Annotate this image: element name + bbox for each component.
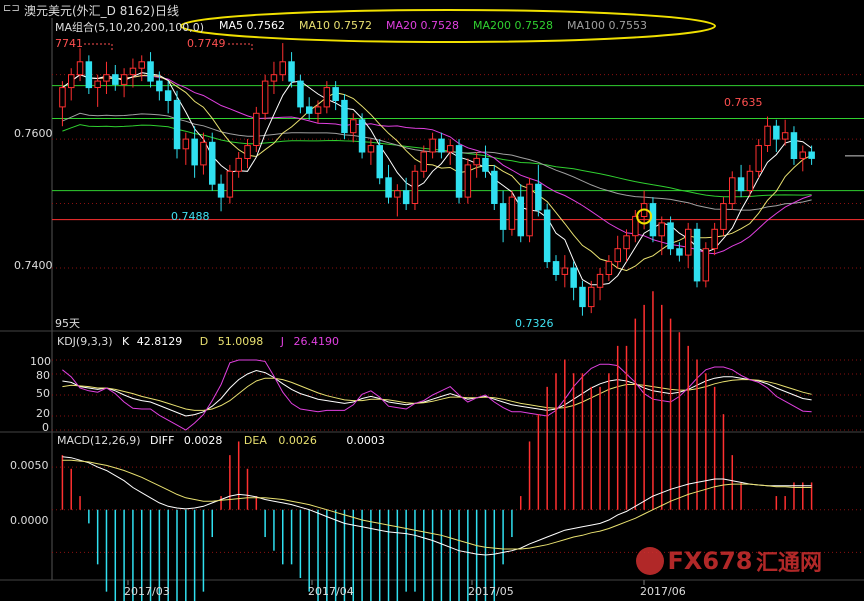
candle-body [579, 286, 586, 308]
candle-body [261, 80, 269, 114]
candle-body [764, 125, 771, 146]
candle-body [570, 267, 577, 288]
candle-body [667, 222, 674, 250]
candle-body [543, 209, 551, 263]
candle-body [129, 67, 137, 76]
candle-body [341, 99, 348, 134]
candle-body [367, 145, 375, 153]
candle-body [808, 151, 815, 159]
candle-body [323, 87, 331, 108]
candle-body [350, 119, 357, 134]
candle-body [411, 170, 419, 205]
candle-body [499, 203, 507, 230]
candle-body [729, 177, 736, 205]
candle-body [526, 183, 533, 237]
candle-body [147, 61, 154, 82]
candle-body [59, 87, 66, 108]
candle-body [737, 177, 745, 192]
candle-body [693, 228, 701, 282]
candle-body [535, 183, 542, 211]
candle-body [200, 141, 207, 166]
candle-body [491, 170, 498, 205]
candle-body [711, 228, 718, 250]
candle-body [517, 196, 524, 237]
candle-body [588, 286, 595, 308]
macd-diff-line [62, 456, 812, 556]
candle-body [288, 61, 295, 82]
candle-body [755, 145, 762, 172]
candle-body [226, 170, 234, 198]
candle-body [138, 61, 145, 69]
candle-body [279, 61, 286, 76]
candle-body [773, 125, 780, 140]
candle-body [614, 248, 621, 263]
candle-body [182, 138, 190, 150]
candle-body [68, 74, 75, 89]
candle-body [270, 74, 278, 82]
candle-body [217, 183, 225, 198]
candle-body [508, 196, 516, 230]
candle-body [799, 151, 806, 159]
candle-body [332, 87, 339, 101]
candle-body [253, 112, 260, 147]
candle-body [164, 90, 172, 102]
candle-body [244, 145, 251, 160]
candle-body [438, 138, 445, 153]
candle-body [473, 157, 480, 166]
candle-body [103, 74, 110, 82]
candle-body [596, 273, 604, 288]
candle-body [85, 61, 93, 89]
candle-body [314, 106, 322, 114]
macd-dea-line [62, 459, 812, 550]
candle-body [306, 106, 313, 114]
candle-body [76, 61, 84, 76]
candle-body [376, 145, 383, 179]
candle-body [746, 170, 754, 192]
candle-body [455, 145, 463, 198]
candle-body [623, 235, 630, 250]
candle-body [552, 261, 560, 276]
candle-body [676, 248, 683, 256]
candle-body [561, 267, 569, 275]
candle-body [94, 80, 101, 88]
candle-body [464, 164, 472, 198]
candle-body [702, 248, 710, 282]
candle-body [429, 138, 436, 153]
candle-body [394, 190, 401, 198]
candle-body [120, 74, 128, 85]
kdj-d-line [62, 377, 812, 411]
candle-body [482, 157, 489, 172]
candle-body [191, 138, 198, 166]
candle-body [402, 190, 410, 205]
candle-body [790, 132, 798, 159]
candle-body [420, 151, 427, 172]
candle-body [173, 99, 181, 150]
chart-canvas [0, 9, 864, 601]
candle-body [658, 222, 665, 237]
ma-highlight-ellipse [180, 9, 716, 43]
candle-body [209, 141, 216, 185]
candle-body [447, 145, 454, 153]
candle-body [720, 203, 727, 230]
candle-body [112, 74, 119, 85]
candle-body [358, 119, 366, 153]
candle-body [385, 177, 392, 198]
candle-body [781, 132, 789, 140]
candle-body [605, 261, 613, 276]
candle-body [297, 80, 304, 108]
candle-body [235, 157, 242, 172]
candle-body [156, 80, 163, 92]
candle-body [685, 228, 692, 256]
